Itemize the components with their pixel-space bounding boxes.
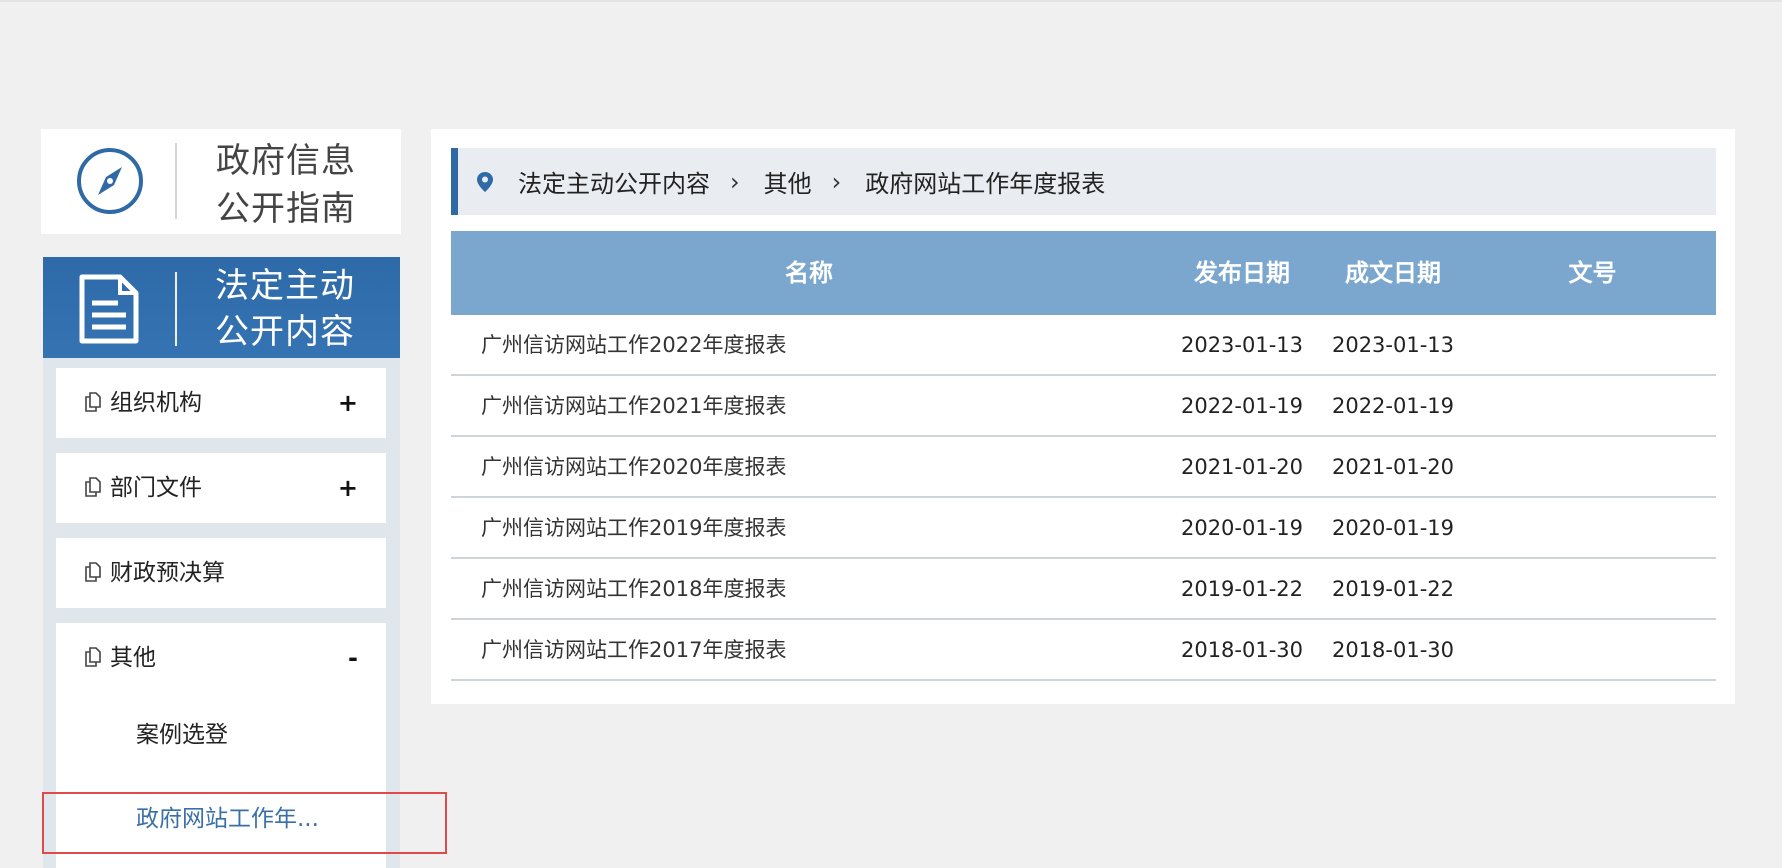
section-title-line2: 公开内容 <box>215 312 355 352</box>
copy-icon <box>85 477 101 497</box>
guide-title-line1: 政府信息 <box>216 141 356 181</box>
published-date: 2021-01-20 <box>1180 455 1304 479</box>
sidebar-subitem-cases[interactable]: 案例选登 <box>136 715 228 749</box>
section-header[interactable]: 法定主动 公开内容 <box>43 257 400 358</box>
report-link[interactable]: 广州信访网站工作2019年度报表 <box>481 498 786 558</box>
sidebar-item-label: 财政预决算 <box>110 560 225 586</box>
breadcrumb-item-other[interactable]: 其他 <box>764 164 812 199</box>
copy-icon <box>85 392 101 412</box>
expand-icon[interactable]: + <box>338 368 358 438</box>
sidebar-item-org[interactable]: 组织机构 + <box>56 368 386 438</box>
guide-title: 政府信息 公开指南 <box>216 137 376 233</box>
published-date: 2019-01-22 <box>1180 577 1304 601</box>
section-title: 法定主动 公开内容 <box>215 263 385 355</box>
selection-highlight <box>42 792 447 854</box>
table-row[interactable]: 广州信访网站工作2020年度报表 2021-01-20 2021-01-20 <box>451 437 1716 498</box>
sidebar-item-label: 组织机构 <box>110 390 202 416</box>
top-border <box>0 0 1782 2</box>
report-link[interactable]: 广州信访网站工作2018年度报表 <box>481 559 786 619</box>
column-header-doc-no: 文号 <box>1568 259 1617 287</box>
sidebar-item-budget[interactable]: 财政预决算 <box>56 538 386 608</box>
breadcrumb-item-current: 政府网站工作年度报表 <box>865 170 1106 198</box>
written-date: 2022-01-19 <box>1331 394 1455 418</box>
column-header-published: 发布日期 <box>1194 259 1290 287</box>
chevron-right-icon: › <box>730 167 740 196</box>
breadcrumb: 法定主动公开内容 › 其他 › 政府网站工作年度报表 <box>451 148 1716 215</box>
main-panel: 法定主动公开内容 › 其他 › 政府网站工作年度报表 名称 发布日期 成文日期 … <box>431 129 1735 704</box>
sidebar-item-label: 部门文件 <box>110 475 202 501</box>
compass-icon <box>77 148 143 214</box>
sidebar-item-label: 其他 <box>110 645 156 671</box>
table-row[interactable]: 广州信访网站工作2022年度报表 2023-01-13 2023-01-13 <box>451 315 1716 376</box>
chevron-right-icon: › <box>831 167 842 196</box>
table-row[interactable]: 广州信访网站工作2019年度报表 2020-01-19 2020-01-19 <box>451 498 1716 559</box>
written-date: 2019-01-22 <box>1331 577 1455 601</box>
written-date: 2021-01-20 <box>1331 455 1455 479</box>
report-link[interactable]: 广州信访网站工作2020年度报表 <box>481 437 786 497</box>
written-date: 2023-01-13 <box>1331 333 1455 357</box>
written-date: 2020-01-19 <box>1331 516 1455 540</box>
report-table: 名称 发布日期 成文日期 文号 广州信访网站工作2022年度报表 2023-01… <box>451 231 1716 681</box>
collapse-icon[interactable]: - <box>348 623 358 693</box>
column-header-name: 名称 <box>785 259 833 287</box>
table-row[interactable]: 广州信访网站工作2017年度报表 2018-01-30 2018-01-30 <box>451 620 1716 681</box>
table-header: 名称 发布日期 成文日期 文号 <box>451 231 1716 315</box>
report-link[interactable]: 广州信访网站工作2017年度报表 <box>481 620 786 680</box>
guide-link[interactable]: 政府信息 公开指南 <box>41 129 401 234</box>
table-row[interactable]: 广州信访网站工作2018年度报表 2019-01-22 2019-01-22 <box>451 559 1716 620</box>
guide-divider <box>175 143 177 219</box>
published-date: 2023-01-13 <box>1180 333 1304 357</box>
written-date: 2018-01-30 <box>1331 638 1455 662</box>
report-link[interactable]: 广州信访网站工作2021年度报表 <box>481 376 786 436</box>
sidebar-item-docs[interactable]: 部门文件 + <box>56 453 386 523</box>
guide-title-line2: 公开指南 <box>216 189 356 229</box>
expand-icon[interactable]: + <box>338 453 358 523</box>
published-date: 2022-01-19 <box>1180 394 1304 418</box>
report-link[interactable]: 广州信访网站工作2022年度报表 <box>481 315 786 375</box>
document-icon <box>79 274 139 344</box>
published-date: 2018-01-30 <box>1180 638 1304 662</box>
section-divider <box>175 272 177 346</box>
breadcrumb-item-public-content[interactable]: 法定主动公开内容 <box>518 164 710 199</box>
location-pin-icon <box>477 171 493 192</box>
column-header-written: 成文日期 <box>1345 259 1441 287</box>
copy-icon <box>85 562 101 582</box>
table-row[interactable]: 广州信访网站工作2021年度报表 2022-01-19 2022-01-19 <box>451 376 1716 437</box>
section-title-line1: 法定主动 <box>215 266 355 306</box>
copy-icon <box>85 647 101 667</box>
published-date: 2020-01-19 <box>1180 516 1304 540</box>
